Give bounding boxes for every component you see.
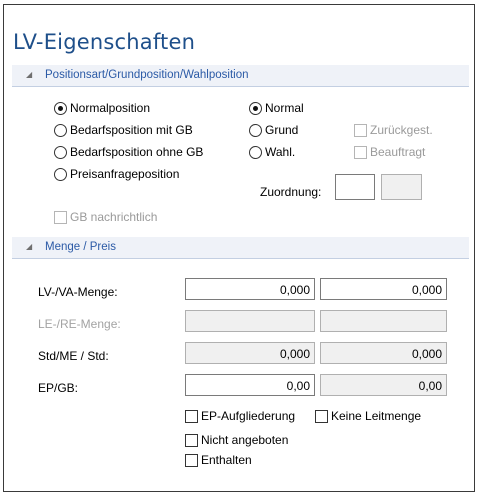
lv-va-menge-input-1[interactable]: 0,000 — [185, 278, 315, 300]
checkbox-label: Beauftragt — [370, 145, 426, 159]
checkbox-gb-nachrichtlich[interactable]: GB nachrichtlich — [54, 210, 157, 224]
checkbox-label: Zurückgest. — [370, 123, 433, 137]
properties-panel: LV-Eigenschaften ◢ Positionsart/Grundpos… — [3, 4, 475, 492]
checkbox-box[interactable] — [185, 409, 198, 423]
zuordnung-label: Zuordnung: — [260, 185, 322, 199]
section-title: Positionsart/Grundposition/Wahlposition — [45, 69, 249, 81]
radio-circle[interactable] — [54, 167, 67, 181]
radio-normal[interactable]: Normal — [249, 101, 304, 115]
checkbox-box[interactable] — [185, 433, 198, 447]
radio-preisanfrageposition[interactable]: Preisanfrageposition — [54, 167, 179, 181]
radio-circle[interactable] — [54, 145, 67, 159]
checkbox-nicht-angeboten[interactable]: Nicht angeboten — [185, 433, 288, 447]
lv-va-menge-input-2[interactable]: 0,000 — [320, 278, 447, 300]
le-re-menge-input-2[interactable] — [320, 310, 447, 332]
std-me-label: Std/ME / Std: — [38, 349, 109, 363]
radio-label: Normalposition — [70, 101, 151, 115]
checkbox-keine-leitmenge[interactable]: Keine Leitmenge — [315, 409, 421, 423]
checkbox-label: Keine Leitmenge — [331, 409, 422, 423]
radio-circle[interactable] — [54, 101, 67, 115]
checkbox-enthalten[interactable]: Enthalten — [185, 453, 252, 467]
zuordnung-input-2[interactable] — [381, 174, 422, 200]
radio-label: Bedarfsposition ohne GB — [70, 145, 204, 159]
radio-label: Preisanfrageposition — [70, 167, 180, 181]
radio-label: Wahl. — [265, 145, 296, 159]
radio-bedarfsposition-mit-gb[interactable]: Bedarfsposition mit GB — [54, 123, 193, 137]
radio-bedarfsposition-ohne-gb[interactable]: Bedarfsposition ohne GB — [54, 145, 203, 159]
le-re-menge-input-1[interactable] — [185, 310, 315, 332]
collapse-arrow-icon[interactable]: ◢ — [26, 70, 32, 79]
checkbox-beauftragt[interactable]: Beauftragt — [354, 145, 425, 159]
ep-gb-input-1[interactable]: 0,00 — [185, 374, 315, 396]
radio-wahl[interactable]: Wahl. — [249, 145, 295, 159]
section-title: Menge / Preis — [45, 241, 116, 253]
checkbox-box[interactable] — [315, 409, 328, 423]
radio-label: Normal — [265, 101, 304, 115]
checkbox-box[interactable] — [354, 123, 367, 137]
radio-circle[interactable] — [249, 101, 262, 115]
radio-circle[interactable] — [249, 145, 262, 159]
std-me-input-2[interactable]: 0,000 — [320, 342, 447, 364]
checkbox-label: GB nachrichtlich — [70, 210, 158, 224]
checkbox-zurueckgest[interactable]: Zurückgest. — [354, 123, 433, 137]
checkbox-box[interactable] — [185, 453, 198, 467]
radio-normalposition[interactable]: Normalposition — [54, 101, 150, 115]
checkbox-ep-aufgliederung[interactable]: EP-Aufgliederung — [185, 409, 295, 423]
radio-label: Grund — [265, 123, 299, 137]
ep-gb-label: EP/GB: — [38, 381, 79, 395]
std-me-input-1[interactable]: 0,000 — [185, 342, 315, 364]
checkbox-label: Nicht angeboten — [201, 433, 289, 447]
panel-title: LV-Eigenschaften — [13, 30, 196, 54]
radio-label: Bedarfsposition mit GB — [70, 123, 193, 137]
section-header-menge-preis[interactable]: ◢ Menge / Preis — [12, 237, 469, 259]
ep-gb-input-2[interactable]: 0,00 — [320, 374, 447, 396]
checkbox-label: EP-Aufgliederung — [201, 409, 296, 423]
lv-va-menge-label: LV-/VA-Menge: — [38, 285, 118, 299]
checkbox-label: Enthalten — [201, 453, 252, 467]
zuordnung-input-1[interactable] — [335, 174, 375, 200]
checkbox-box[interactable] — [354, 145, 367, 159]
le-re-menge-label: LE-/RE-Menge: — [38, 317, 121, 331]
checkbox-box[interactable] — [54, 210, 67, 224]
collapse-arrow-icon[interactable]: ◢ — [26, 242, 32, 251]
radio-circle[interactable] — [54, 123, 67, 137]
radio-circle[interactable] — [249, 123, 262, 137]
radio-grund[interactable]: Grund — [249, 123, 298, 137]
section-header-position-type[interactable]: ◢ Positionsart/Grundposition/Wahlpositio… — [12, 65, 469, 87]
